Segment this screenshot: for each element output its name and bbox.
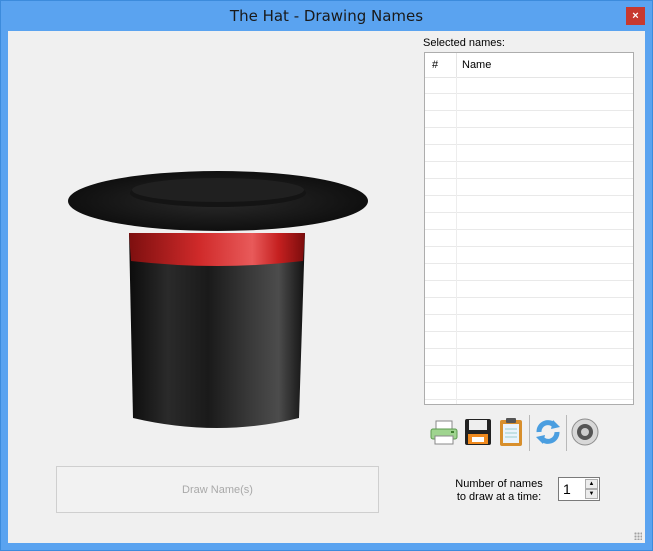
toolbar-separator [529,415,530,451]
client-area: Draw Name(s) Selected names: # Name Numb… [8,31,645,543]
reset-button[interactable] [532,415,564,449]
save-button[interactable] [462,415,494,449]
list-header: # Name [425,53,633,78]
clipboard-icon [500,418,522,446]
draw-count-value[interactable]: 1 [563,481,571,497]
selected-names-label: Selected names: [423,37,505,49]
draw-count-label: Number of names to draw at a time: [455,478,543,503]
draw-names-button[interactable]: Draw Name(s) [56,466,379,513]
printer-icon [430,420,458,445]
sound-icon [571,418,599,446]
save-icon [465,419,491,445]
close-button[interactable]: × [626,7,645,25]
toolbar [428,415,628,451]
stepper-up-button[interactable]: ▲ [585,479,598,489]
selected-names-list[interactable]: # Name [424,52,634,405]
draw-count-stepper[interactable]: 1 ▲ ▼ [558,477,600,501]
stepper-down-button[interactable]: ▼ [585,489,598,499]
column-header-name[interactable]: Name [462,59,491,71]
column-header-number[interactable]: # [432,59,438,71]
print-button[interactable] [428,415,460,449]
toolbar-separator [566,415,567,451]
sound-button[interactable] [569,415,601,449]
window-title: The Hat - Drawing Names [229,7,424,25]
column-divider[interactable] [456,53,457,77]
list-column-line [456,77,457,404]
app-window: The Hat - Drawing Names × Draw Name(s) S… [0,0,653,551]
top-hat-icon [68,171,368,428]
title-bar[interactable]: The Hat - Drawing Names × [1,1,652,31]
refresh-icon [536,420,560,444]
copy-button[interactable] [495,415,527,449]
resize-grip[interactable] [634,532,642,540]
